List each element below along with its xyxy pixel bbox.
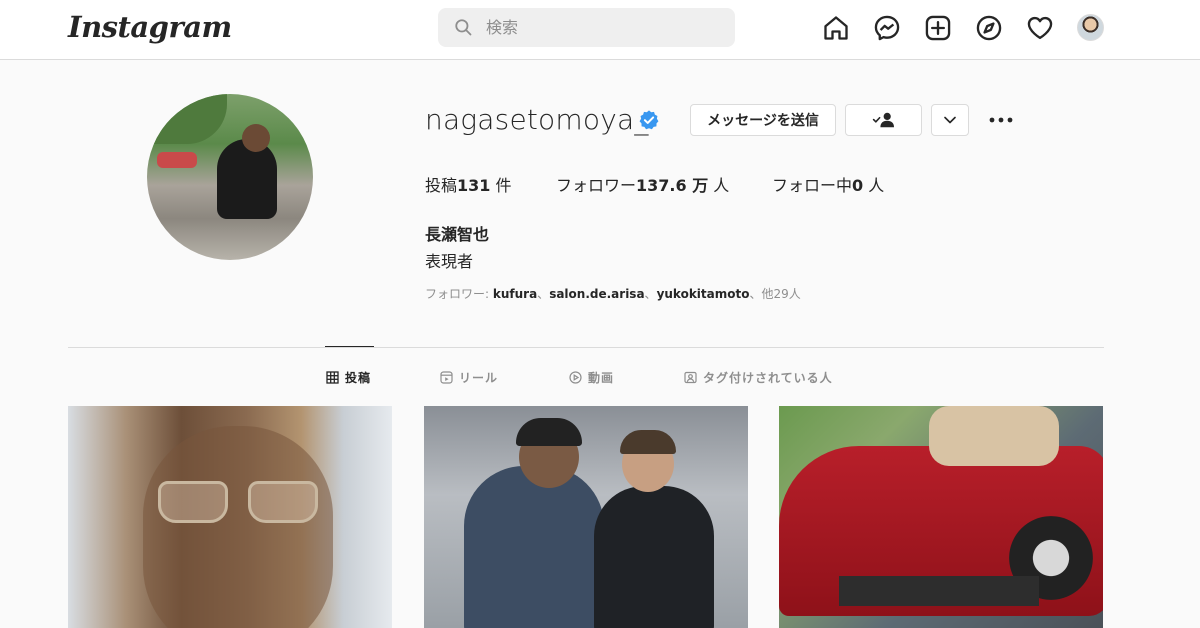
tab-posts[interactable]: 投稿 xyxy=(326,369,371,386)
photo-glasses-left xyxy=(158,481,228,523)
photo-cap-left xyxy=(516,418,582,446)
tagged-icon xyxy=(684,371,697,384)
stat-following-label: フォロー中 xyxy=(772,176,853,195)
tab-label: リール xyxy=(459,371,499,385)
stat-following-unit: 人 xyxy=(868,176,885,195)
suggested-dropdown-button[interactable] xyxy=(931,104,969,136)
active-tab-indicator xyxy=(325,346,374,347)
person-check-icon xyxy=(872,112,894,128)
stat-following-value: 0 xyxy=(852,176,864,195)
followed-by-suffix: 他29人 xyxy=(761,287,801,301)
tab-videos[interactable]: 動画 xyxy=(569,369,614,386)
photo-glasses-right xyxy=(248,481,318,523)
photo-person xyxy=(217,139,277,219)
chevron-down-icon xyxy=(944,116,956,124)
post-thumbnail[interactable] xyxy=(68,406,392,628)
stat-followers[interactable]: フォロワー137.6 万 人 xyxy=(556,172,729,196)
reels-icon xyxy=(440,371,453,384)
stat-posts-label: 投稿 xyxy=(425,176,458,195)
profile-avatar[interactable] xyxy=(1077,14,1104,41)
video-play-icon xyxy=(569,371,582,384)
stat-followers-label: フォロワー xyxy=(556,176,637,195)
search-input[interactable] xyxy=(486,8,716,47)
followed-by-prefix: フォロワー: xyxy=(425,287,493,301)
stat-posts-value: 131 xyxy=(457,176,491,195)
photo-foliage xyxy=(147,94,227,144)
activity-heart-icon[interactable] xyxy=(1026,14,1054,42)
tab-label: タグ付けされている人 xyxy=(703,371,833,385)
top-nav: Instagram xyxy=(0,0,1200,60)
instagram-logo[interactable]: Instagram xyxy=(68,10,232,44)
photo-cap-right xyxy=(620,430,676,454)
profile-bio: 表現者 xyxy=(425,252,474,271)
photo-face xyxy=(143,426,333,628)
followed-by-name[interactable]: salon.de.arisa xyxy=(549,287,644,301)
following-button[interactable] xyxy=(845,104,922,136)
tab-label: 投稿 xyxy=(345,371,372,385)
photo-running-board xyxy=(839,576,1039,606)
photo-car-seat xyxy=(929,406,1059,466)
photo-person-right xyxy=(594,486,714,628)
followed-by-separator: 、 xyxy=(644,287,657,301)
home-icon[interactable] xyxy=(822,14,850,42)
photo-head xyxy=(242,124,270,152)
tab-label: 動画 xyxy=(588,371,615,385)
stat-posts: 投稿131 件 xyxy=(425,172,512,196)
profile-username: nagasetomoya_ xyxy=(425,103,649,136)
new-post-icon[interactable] xyxy=(924,14,952,42)
tabs-divider xyxy=(68,347,1104,348)
explore-icon[interactable] xyxy=(975,14,1003,42)
followed-by-separator: 、 xyxy=(749,287,762,301)
verified-badge-icon xyxy=(639,110,659,130)
post-thumbnail[interactable] xyxy=(779,406,1103,628)
followed-by-name[interactable]: yukokitamoto xyxy=(657,287,750,301)
tab-reels[interactable]: リール xyxy=(440,369,498,386)
profile-picture[interactable] xyxy=(147,94,313,260)
messenger-icon[interactable] xyxy=(873,14,901,42)
followed-by-text[interactable]: フォロワー: kufura、salon.de.arisa、yukokitamot… xyxy=(425,285,801,302)
search-icon xyxy=(455,19,472,36)
tab-tagged[interactable]: タグ付けされている人 xyxy=(684,369,833,386)
stat-posts-unit: 件 xyxy=(495,176,512,195)
stat-followers-unit: 人 xyxy=(713,176,730,195)
grid-icon xyxy=(326,371,339,384)
post-thumbnail[interactable] xyxy=(424,406,748,628)
search-box[interactable] xyxy=(438,8,735,47)
send-message-button[interactable]: メッセージを送信 xyxy=(690,104,836,136)
followed-by-separator: 、 xyxy=(537,287,550,301)
stat-followers-value: 137.6 万 xyxy=(636,176,709,195)
photo-person-left xyxy=(464,466,604,628)
profile-full-name: 長瀬智也 xyxy=(425,225,490,244)
photo-flowers xyxy=(157,152,197,168)
followed-by-name[interactable]: kufura xyxy=(493,287,537,301)
stat-following[interactable]: フォロー中0 人 xyxy=(772,172,884,196)
more-horizontal-icon[interactable] xyxy=(987,110,1015,130)
